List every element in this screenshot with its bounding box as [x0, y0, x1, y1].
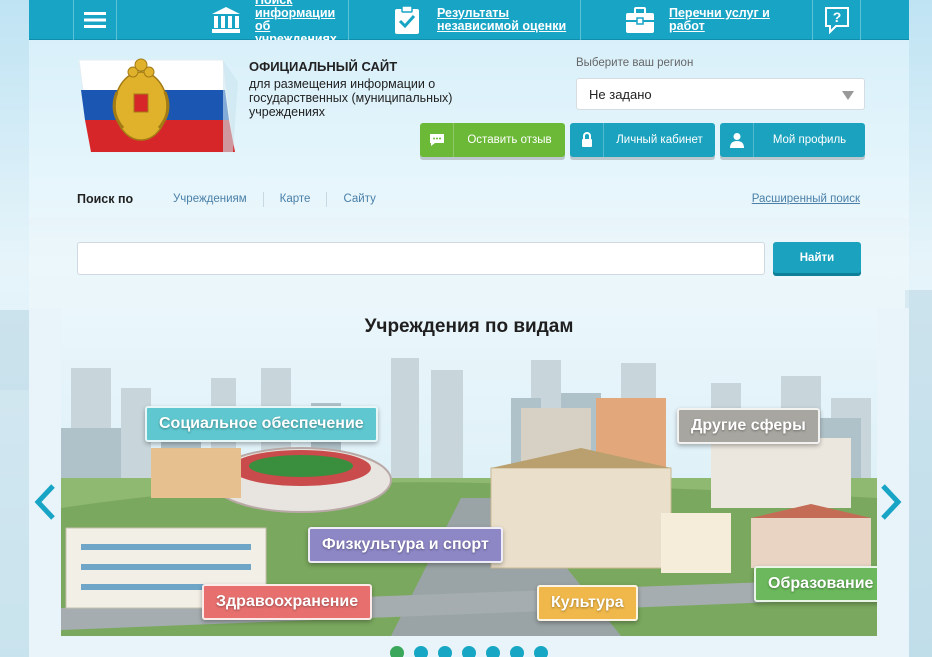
search-bar: Найти	[29, 218, 909, 308]
chat-bubble-icon	[420, 123, 454, 157]
categories-carousel: Учреждения по видам Социальное обеспечен…	[29, 308, 909, 657]
nav-item-services[interactable]: Перечни услуг и работ	[581, 0, 813, 40]
nav-link-evaluation[interactable]: Результаты независимой оценки	[437, 7, 567, 33]
advanced-search-link[interactable]: Расширенный поиск	[752, 193, 860, 205]
chevron-down-icon	[842, 91, 854, 100]
carousel-dot[interactable]	[388, 644, 406, 657]
tab-site[interactable]: Сайту	[327, 192, 391, 207]
institution-icon	[212, 7, 240, 33]
feedback-button[interactable]: Оставить отзыв	[420, 123, 565, 157]
carousel-dot[interactable]	[412, 644, 430, 657]
search-button[interactable]: Найти	[773, 242, 861, 273]
checklist-icon	[395, 5, 419, 34]
region-label: Выберите ваш регион	[576, 57, 694, 69]
category-social[interactable]: Социальное обеспечение	[145, 406, 378, 442]
cabinet-button[interactable]: Личный кабинет	[570, 123, 715, 157]
svg-text:?: ?	[832, 9, 841, 25]
carousel-dot[interactable]	[508, 644, 526, 657]
tab-map[interactable]: Карте	[264, 192, 328, 207]
profile-button[interactable]: Мой профиль	[720, 123, 865, 157]
russian-emblem-logo	[78, 58, 238, 153]
nav-item-search-info[interactable]: Поиск информации об учреждениях	[117, 0, 349, 46]
category-education[interactable]: Образование	[754, 566, 877, 602]
user-icon	[720, 123, 754, 157]
lock-icon	[570, 123, 604, 157]
carousel-dot[interactable]	[436, 644, 454, 657]
carousel-title: Учреждения по видам	[364, 316, 574, 337]
carousel-dot[interactable]	[532, 644, 550, 657]
region-select-value: Не задано	[589, 87, 652, 102]
chevron-right-icon[interactable]	[879, 483, 903, 521]
feedback-button-label: Оставить отзыв	[467, 134, 552, 146]
carousel-slide: Учреждения по видам Социальное обеспечен…	[61, 308, 877, 636]
carousel-dot[interactable]	[460, 644, 478, 657]
nav-item-evaluation[interactable]: Результаты независимой оценки	[349, 0, 581, 40]
tab-institutions[interactable]: Учреждениям	[157, 192, 264, 207]
category-sport[interactable]: Физкультура и спорт	[308, 527, 503, 563]
help-button[interactable]: ?	[813, 0, 861, 40]
profile-button-label: Мой профиль	[772, 134, 847, 146]
help-question-icon: ?	[824, 7, 849, 34]
cabinet-button-label: Личный кабинет	[616, 134, 703, 146]
nav-link-services[interactable]: Перечни услуг и работ	[669, 7, 799, 33]
menu-button[interactable]	[73, 0, 117, 40]
search-by-tabs: Учреждениям Карте Сайту	[157, 192, 392, 207]
search-input[interactable]	[77, 242, 765, 275]
briefcase-icon	[626, 7, 654, 33]
chevron-left-icon[interactable]	[33, 483, 57, 521]
search-by-label: Поиск по	[77, 192, 134, 206]
site-header: ОФИЦИАЛЬНЫЙ САЙТ для размещения информац…	[29, 40, 909, 218]
site-subtitle: для размещения информации о государствен…	[249, 77, 453, 119]
page-frame: Поиск информации об учреждениях Результа…	[29, 0, 909, 657]
carousel-dots	[388, 644, 550, 657]
category-culture[interactable]: Культура	[537, 585, 638, 621]
region-select[interactable]: Не задано	[576, 78, 865, 110]
category-other[interactable]: Другие сферы	[677, 408, 820, 444]
carousel-dot[interactable]	[484, 644, 502, 657]
hamburger-menu-icon	[84, 12, 106, 28]
site-title: ОФИЦИАЛЬНЫЙ САЙТ	[249, 59, 398, 74]
category-health[interactable]: Здравоохранение	[202, 584, 373, 620]
top-navigation: Поиск информации об учреждениях Результа…	[29, 0, 909, 46]
